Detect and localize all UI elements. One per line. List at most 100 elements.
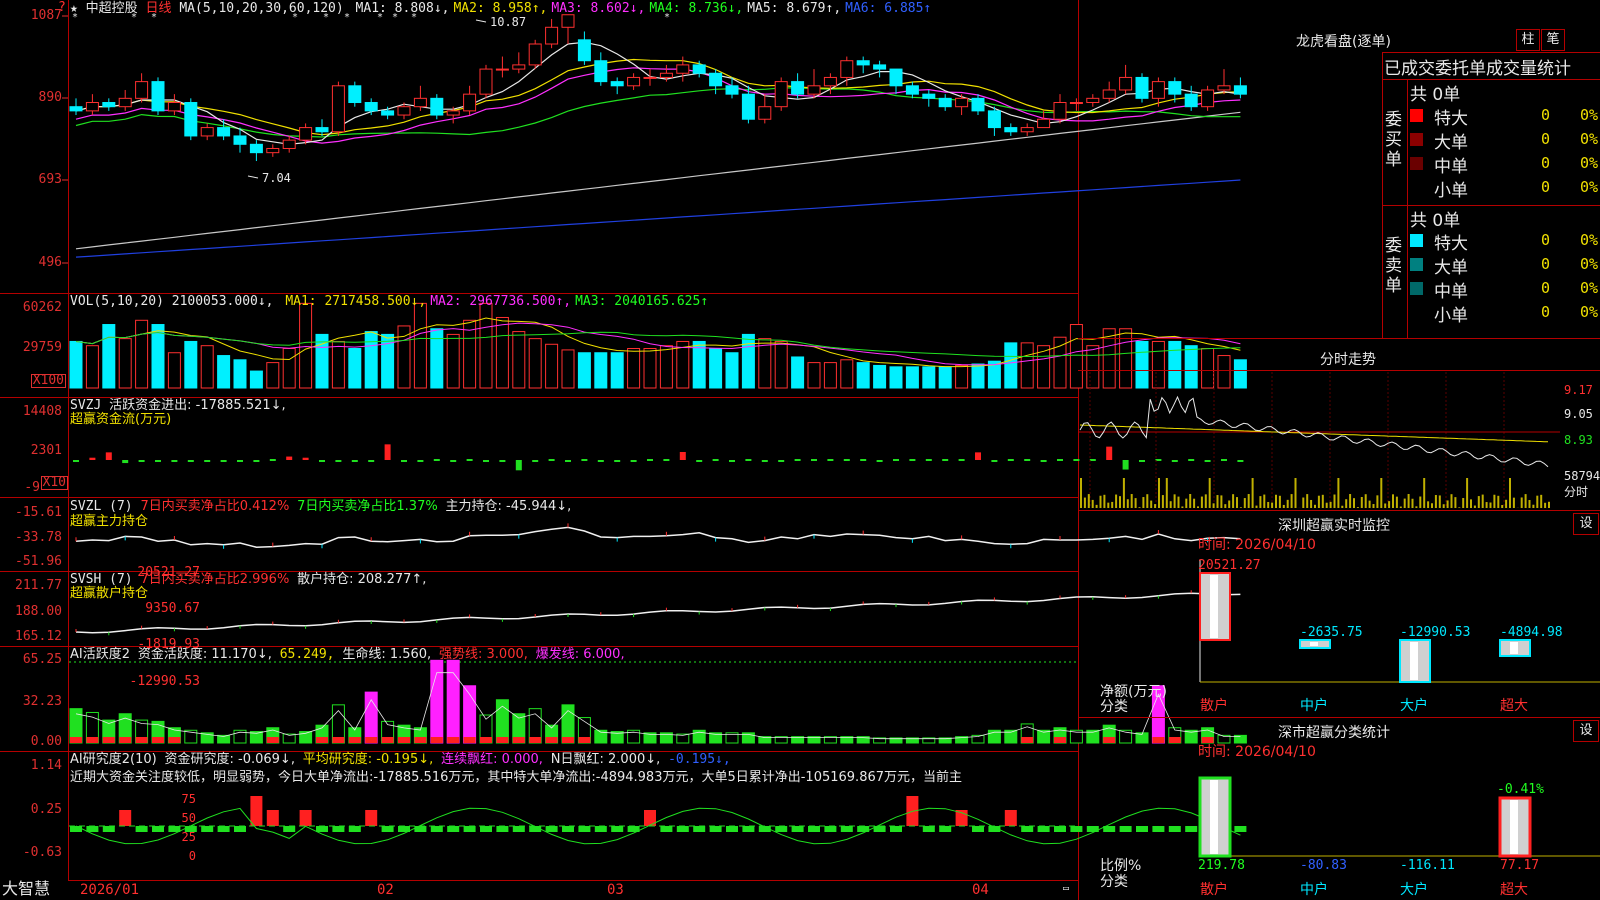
- ai-research-bar: [316, 826, 328, 832]
- fenshi-volume-bar: [1197, 506, 1199, 508]
- period-label[interactable]: 日线: [146, 1, 172, 16]
- sell-row-pct: 0%: [1579, 231, 1598, 249]
- sz-category-label: 中户: [1300, 698, 1328, 714]
- ai-activity-base: [1152, 737, 1165, 743]
- fenshi-volume-bar: [1384, 503, 1387, 508]
- axis-tick-label: 1.14: [30, 758, 62, 773]
- volume-bar: [610, 352, 624, 389]
- fenshi-volume-bar: [1169, 501, 1172, 508]
- candle-body: [167, 102, 181, 112]
- ai-research-bar: [70, 826, 82, 832]
- candle-body: [676, 64, 690, 74]
- sz-value-label: 20521.27: [1198, 558, 1261, 573]
- volume-bar: [69, 340, 83, 389]
- lhb-tick-button[interactable]: 笔: [1541, 29, 1565, 51]
- volume-bar: [102, 324, 116, 389]
- ai2-label: AI研究度2(10): [70, 752, 157, 767]
- ai-activity-base: [168, 737, 181, 743]
- fund-flow-bar: [450, 460, 457, 462]
- volume-bar: [446, 333, 460, 389]
- fenshi-volume-bar: [1228, 500, 1231, 508]
- sell-row-count: 0: [1540, 279, 1550, 297]
- ai-research-bar: [512, 826, 525, 832]
- fund-flow-bar: [975, 452, 981, 460]
- fund-flow-tick: [942, 459, 949, 461]
- fenshi-volume-bar: [1290, 494, 1293, 508]
- axis-tick-label: 188.00: [15, 604, 62, 619]
- sz-monitor-settings-button[interactable]: 设: [1573, 513, 1599, 535]
- ai-research-bar: [775, 826, 788, 832]
- fenshi-volume-bar: [1450, 494, 1453, 508]
- fenshi-volume-bar: [1286, 499, 1289, 508]
- ai-research-bar: [1185, 826, 1198, 832]
- candle-body: [1020, 127, 1034, 133]
- sz-class-axis-label: 0: [188, 849, 196, 863]
- svsh-t2: 散户持仓: 208.277↑,: [297, 572, 427, 587]
- fenshi-volume-bar: [1462, 498, 1465, 508]
- svzl-t3: 主力持仓: -45.944↓,: [445, 499, 572, 514]
- ma1-line: [75, 41, 1241, 145]
- fenshi-volume-bar: [1294, 478, 1297, 508]
- fenshi-volume-bar: [1107, 502, 1110, 508]
- volume-bar: [184, 340, 198, 389]
- volume-bar: [1184, 345, 1198, 389]
- fenshi-volume-bar: [1395, 496, 1398, 508]
- ai2-t2: 平均研究度: -0.195↓,: [302, 752, 434, 767]
- svzl-subtitle: 超赢主力持仓: [70, 514, 149, 529]
- volume-bar: [1069, 324, 1083, 389]
- fund-flow-tick: [958, 459, 965, 461]
- lock-icon[interactable]: ▭: [1063, 883, 1069, 894]
- sz-class-settings-button[interactable]: 设: [1573, 720, 1599, 742]
- fenshi-volume-bar: [1434, 495, 1437, 508]
- ai-research-bar: [463, 826, 476, 832]
- fenshi-volume-bar: [1224, 504, 1227, 508]
- ai-activity-base: [545, 737, 558, 743]
- fund-flow-bar: [778, 460, 785, 462]
- fenshi-volume-bar: [1501, 505, 1504, 508]
- sell-row-name: 中单: [1434, 282, 1468, 302]
- sz-axis-label: -12990.53: [129, 674, 200, 689]
- brand-label: 大智慧: [2, 879, 51, 898]
- stock-name[interactable]: 中超控股: [86, 1, 138, 16]
- vol-legend-value: 2100053.000↓,: [171, 294, 274, 309]
- ai-research-bar: [348, 826, 361, 832]
- ai-research-bar: [1234, 826, 1247, 832]
- ai-research-bar: [1021, 826, 1034, 832]
- fenshi-volume-bar: [1431, 503, 1433, 508]
- lhb-bar-button[interactable]: 柱: [1516, 29, 1540, 51]
- candle-body: [594, 60, 608, 83]
- sz-axis-label: 9350.67: [145, 601, 200, 616]
- fenshi-volume-bar: [1364, 494, 1367, 508]
- volume-bar: [774, 340, 788, 389]
- volume-bar: [791, 356, 805, 389]
- candle-body: [331, 85, 345, 133]
- fenshi-volume-bar: [1368, 500, 1371, 508]
- axis-tick-label: 65.25: [22, 652, 62, 667]
- fenshi-axis-label: 8.93: [1564, 433, 1593, 447]
- fenshi-volume-bar: [1255, 505, 1258, 508]
- sz-class-value-label: -116.11: [1400, 858, 1455, 873]
- fenshi-volume-bar: [1548, 501, 1550, 508]
- fund-flow-bar: [237, 460, 243, 462]
- volume-bar: [249, 370, 263, 389]
- vol-legend-items: MA1: 2717458.500↓, MA2: 2967736.500↑, MA3:…: [281, 294, 708, 309]
- volume-bar: [266, 362, 280, 389]
- candle-body: [971, 97, 985, 112]
- fund-flow-bar: [302, 457, 309, 460]
- fenshi-volume-bar: [1232, 494, 1235, 508]
- ai-research-bar: [1136, 826, 1148, 832]
- fenshi-volume-bar: [1306, 494, 1309, 508]
- fenshi-volume-bar: [1442, 504, 1445, 508]
- lhb-title: 龙虎看盘(逐单): [1296, 34, 1391, 50]
- fund-flow-bar: [89, 457, 96, 460]
- ai-research-bar: [742, 826, 755, 832]
- fenshi-volume-bar: [1536, 495, 1539, 508]
- svzl-legend: SVZL (7) 7日内买卖净占比0.412% 7日内买卖净占比1.37% 主力…: [70, 499, 571, 515]
- fund-flow-bar: [515, 460, 522, 471]
- fenshi-volume-bar: [1259, 496, 1262, 508]
- ai-research-bar: [545, 826, 558, 832]
- sz-monitor-bottom: [1078, 717, 1600, 718]
- volume-bar: [971, 363, 985, 389]
- lhb-bottom-line: [1078, 338, 1600, 339]
- candle-body: [135, 81, 149, 99]
